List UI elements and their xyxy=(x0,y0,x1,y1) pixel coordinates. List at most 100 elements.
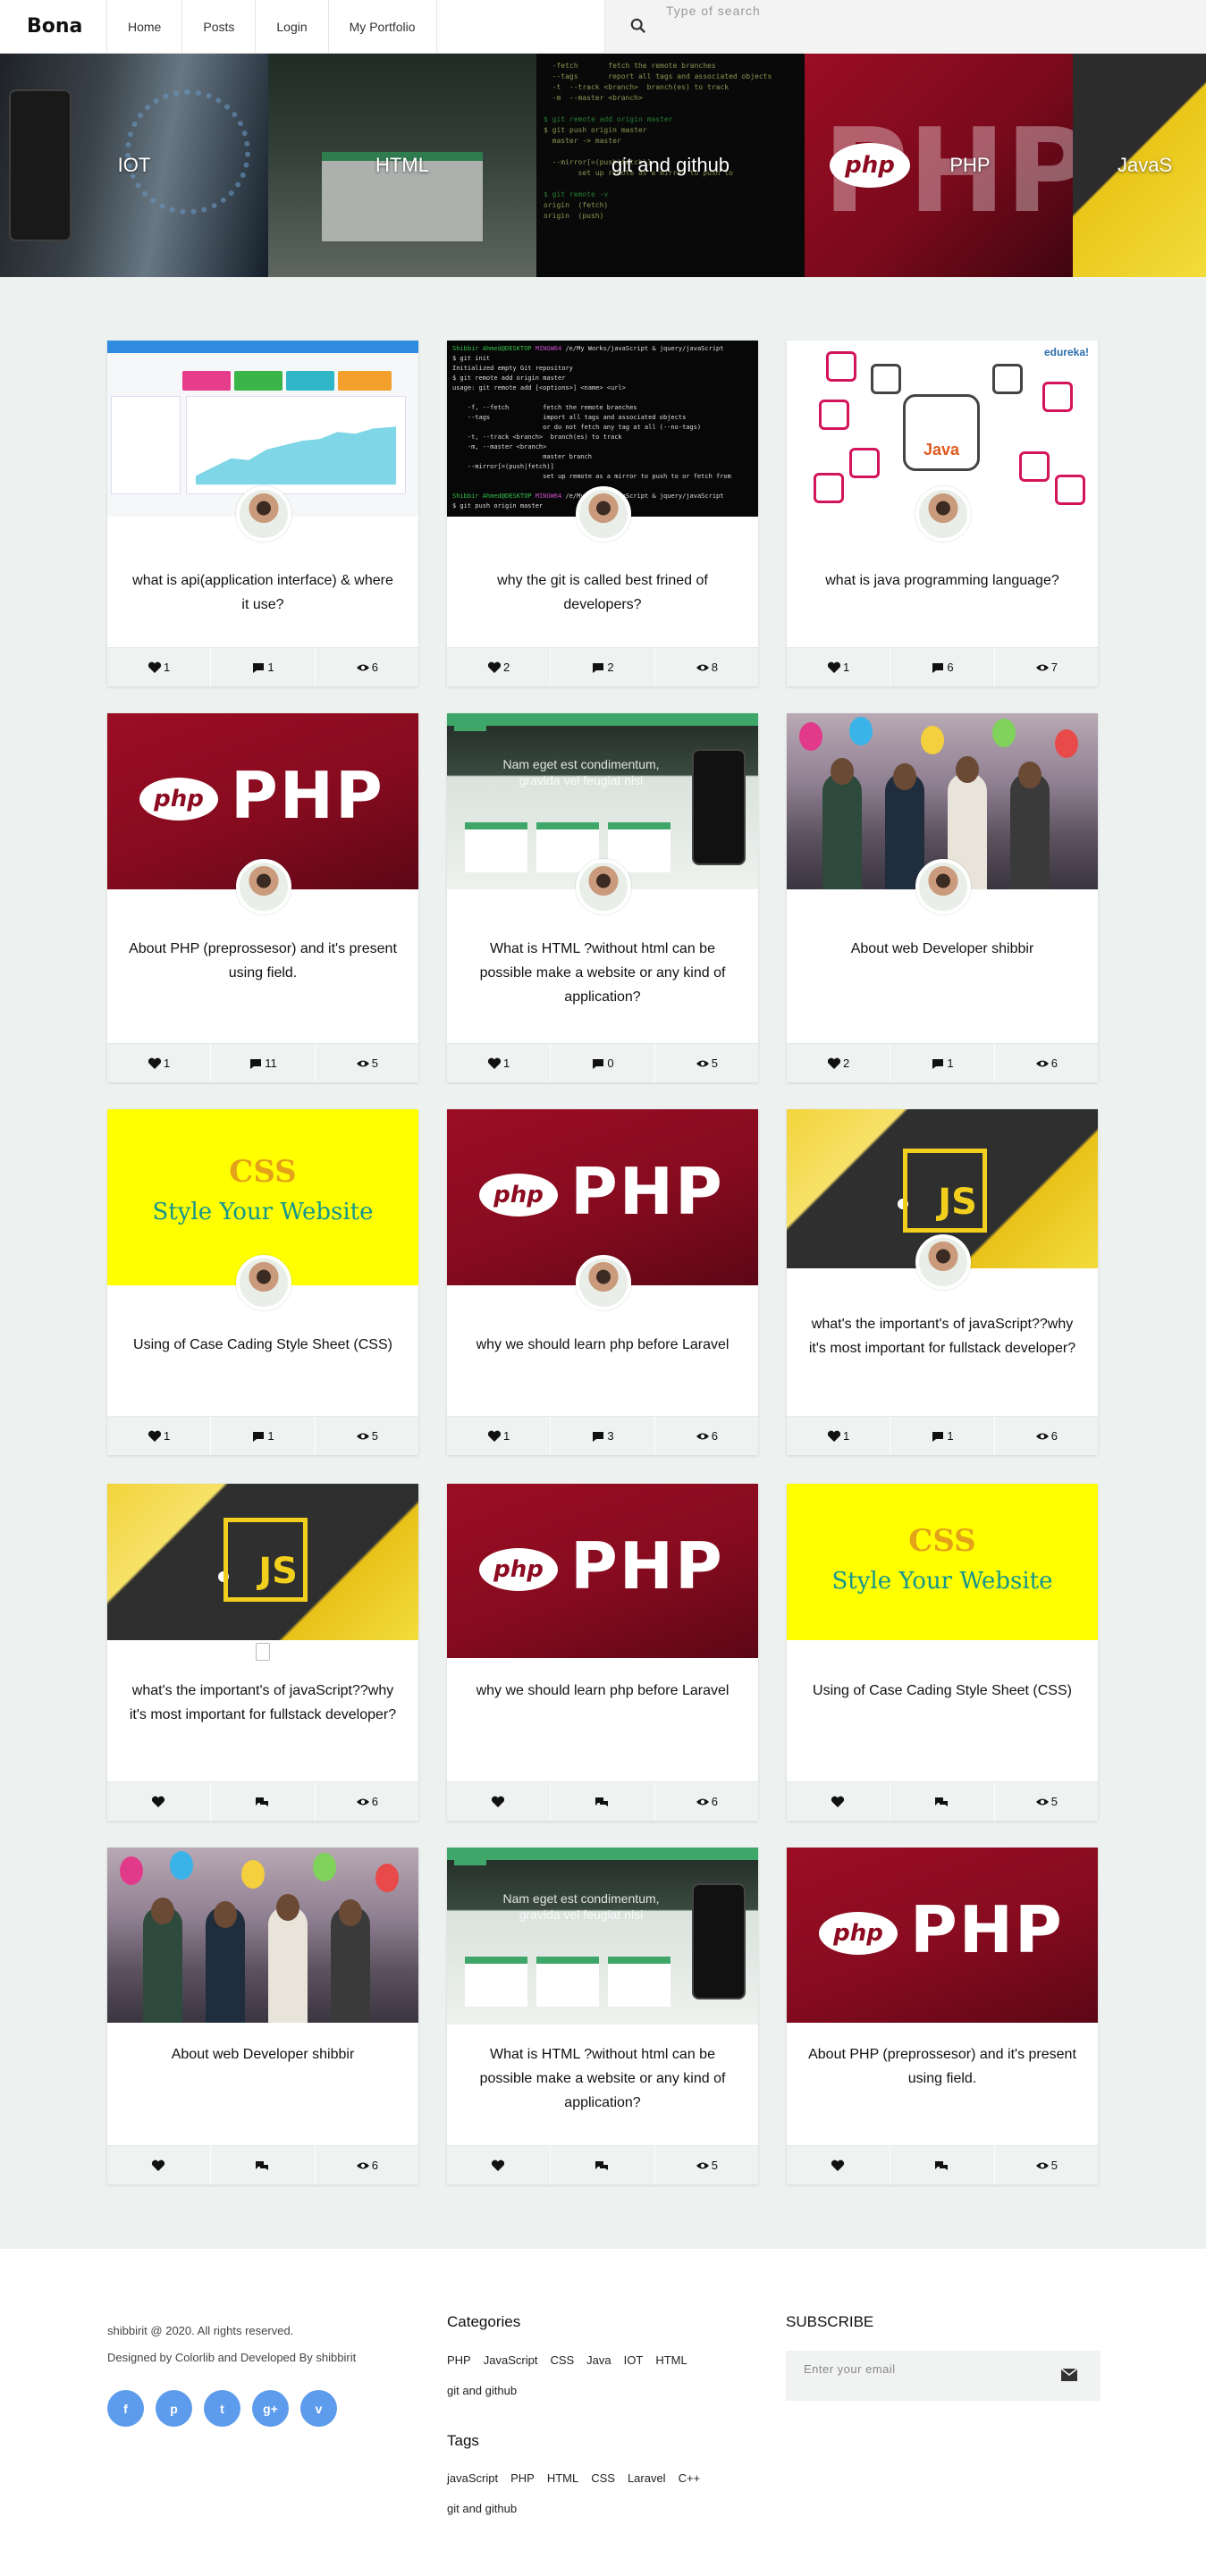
slide-git[interactable]: -fetch fetch the remote branches --tags … xyxy=(536,54,805,277)
post-card[interactable]: php PHP why we should learn php before L… xyxy=(447,1109,758,1455)
post-card[interactable]: Shibbir Ahmed@DESKTOP MINGW64 /e/My Work… xyxy=(447,341,758,686)
category-link[interactable]: Java xyxy=(586,2345,611,2376)
envelope-icon[interactable] xyxy=(1061,2369,1077,2381)
author-avatar[interactable] xyxy=(576,859,631,914)
comments-stat[interactable]: 1 xyxy=(211,648,316,686)
author-avatar[interactable] xyxy=(915,859,971,914)
tag-link[interactable]: HTML xyxy=(547,2463,578,2494)
post-title[interactable]: Using of Case Cading Style Sheet (CSS) xyxy=(129,1333,397,1357)
email-input[interactable] xyxy=(804,2360,1054,2378)
author-avatar[interactable] xyxy=(236,859,291,914)
post-thumbnail[interactable]: php PHP xyxy=(787,1848,1098,2023)
post-title[interactable]: What is HTML ?without html can be possib… xyxy=(468,937,737,1009)
post-card[interactable]: Nam eget est condimentum, gravida vel fe… xyxy=(447,1848,758,2185)
post-thumbnail[interactable]: php PHP xyxy=(447,1484,758,1658)
post-title[interactable]: About web Developer shibbir xyxy=(129,2042,397,2067)
tag-link[interactable]: javaScript xyxy=(447,2463,498,2494)
tag-link[interactable]: Laravel xyxy=(628,2463,666,2494)
likes-stat[interactable]: 1 xyxy=(107,1044,212,1082)
pinterest-icon[interactable]: p xyxy=(156,2390,192,2427)
likes-stat[interactable] xyxy=(447,1782,552,1821)
comments-stat[interactable]: 0 xyxy=(551,1044,655,1082)
slide-html[interactable]: HTML xyxy=(268,54,536,277)
site-logo[interactable]: Bona xyxy=(0,0,107,53)
category-link[interactable]: IOT xyxy=(624,2345,644,2376)
likes-stat[interactable] xyxy=(107,2146,212,2185)
likes-stat[interactable]: 1 xyxy=(107,1417,212,1455)
post-card[interactable]: php PHP why we should learn php before L… xyxy=(447,1484,758,1821)
post-thumbnail[interactable]: JS xyxy=(107,1484,418,1640)
comments-stat[interactable]: 1 xyxy=(890,1044,995,1082)
author-avatar[interactable] xyxy=(576,486,631,542)
post-thumbnail[interactable]: CSS Style Your Website xyxy=(787,1484,1098,1640)
comments-stat[interactable]: 3 xyxy=(551,1417,655,1455)
post-card[interactable]: About web Developer shibbir 2 1 6 xyxy=(787,713,1098,1082)
comments-stat[interactable]: 2 xyxy=(551,648,655,686)
post-card[interactable]: php PHP About PHP (preprossesor) and it'… xyxy=(107,713,418,1082)
tag-link[interactable]: C++ xyxy=(679,2463,701,2494)
likes-stat[interactable]: 1 xyxy=(447,1044,552,1082)
category-link[interactable]: CSS xyxy=(550,2345,574,2376)
likes-stat[interactable]: 2 xyxy=(787,1044,891,1082)
tag-link[interactable]: CSS xyxy=(591,2463,615,2494)
comments-stat[interactable]: 11 xyxy=(211,1044,316,1082)
likes-stat[interactable]: 1 xyxy=(447,1417,552,1455)
author-avatar[interactable] xyxy=(236,486,291,542)
post-title[interactable]: what's the important's of javaScript??wh… xyxy=(808,1312,1076,1360)
author-avatar[interactable] xyxy=(915,1234,971,1290)
post-thumbnail[interactable] xyxy=(107,1848,418,2023)
likes-stat[interactable] xyxy=(107,1782,212,1821)
likes-stat[interactable] xyxy=(447,2146,552,2185)
author-avatar[interactable] xyxy=(236,1255,291,1310)
nav-posts[interactable]: Posts xyxy=(182,0,257,54)
likes-stat[interactable] xyxy=(787,1782,891,1821)
vimeo-icon[interactable]: v xyxy=(300,2390,337,2427)
post-card[interactable]: edureka! Java what is java programming l… xyxy=(787,341,1098,686)
post-card[interactable]: About web Developer shibbir 6 xyxy=(107,1848,418,2185)
nav-my-portfolio[interactable]: My Portfolio xyxy=(329,0,437,54)
post-card[interactable]: what is api(application interface) & whe… xyxy=(107,341,418,686)
slide-javascript[interactable]: JavaS xyxy=(1073,54,1206,277)
post-title[interactable]: What is HTML ?without html can be possib… xyxy=(468,2042,737,2115)
likes-stat[interactable]: 1 xyxy=(787,1417,891,1455)
likes-stat[interactable]: 1 xyxy=(787,648,891,686)
post-card[interactable]: CSS Style Your Website Using of Case Cad… xyxy=(787,1484,1098,1821)
post-title[interactable]: About web Developer shibbir xyxy=(808,937,1076,961)
tag-link[interactable]: PHP xyxy=(510,2463,535,2494)
comments-stat[interactable] xyxy=(211,1782,316,1821)
post-thumbnail[interactable]: Nam eget est condimentum, gravida vel fe… xyxy=(447,1848,758,2025)
category-link[interactable]: HTML xyxy=(655,2345,687,2376)
search-input[interactable] xyxy=(666,2,1167,20)
post-title[interactable]: why the git is called best frined of dev… xyxy=(468,568,737,617)
post-title[interactable]: what is api(application interface) & whe… xyxy=(129,568,397,617)
comments-stat[interactable] xyxy=(211,2146,316,2185)
category-link[interactable]: JavaScript xyxy=(484,2345,538,2376)
comments-stat[interactable]: 6 xyxy=(890,648,995,686)
post-title[interactable]: why we should learn php before Laravel xyxy=(468,1679,737,1703)
comments-stat[interactable] xyxy=(890,1782,995,1821)
post-title[interactable]: why we should learn php before Laravel xyxy=(468,1333,737,1357)
likes-stat[interactable] xyxy=(787,2146,891,2185)
author-avatar[interactable] xyxy=(576,1255,631,1310)
post-title[interactable]: what is java programming language? xyxy=(808,568,1076,593)
comments-stat[interactable] xyxy=(890,2146,995,2185)
comments-stat[interactable] xyxy=(551,2146,655,2185)
comments-stat[interactable] xyxy=(551,1782,655,1821)
nav-login[interactable]: Login xyxy=(256,0,329,54)
search-icon[interactable] xyxy=(630,18,646,34)
tag-link[interactable]: git and github xyxy=(447,2494,517,2524)
twitter-icon[interactable]: t xyxy=(204,2390,240,2427)
post-title[interactable]: About PHP (preprossesor) and it's presen… xyxy=(808,2042,1076,2091)
author-avatar[interactable] xyxy=(915,486,971,542)
post-title[interactable]: what's the important's of javaScript??wh… xyxy=(129,1679,397,1727)
google-plus-icon[interactable]: g+ xyxy=(252,2390,289,2427)
category-link[interactable]: git and github xyxy=(447,2376,517,2406)
post-title[interactable]: Using of Case Cading Style Sheet (CSS) xyxy=(808,1679,1076,1703)
likes-stat[interactable]: 2 xyxy=(447,648,552,686)
facebook-icon[interactable]: f xyxy=(107,2390,144,2427)
post-card[interactable]: JS what's the important's of javaScript?… xyxy=(107,1484,418,1821)
author-avatar-broken[interactable] xyxy=(256,1643,270,1661)
post-title[interactable]: About PHP (preprossesor) and it's presen… xyxy=(129,937,397,985)
post-card[interactable]: Nam eget est condimentum, gravida vel fe… xyxy=(447,713,758,1082)
slide-iot[interactable]: IOT xyxy=(0,54,268,277)
